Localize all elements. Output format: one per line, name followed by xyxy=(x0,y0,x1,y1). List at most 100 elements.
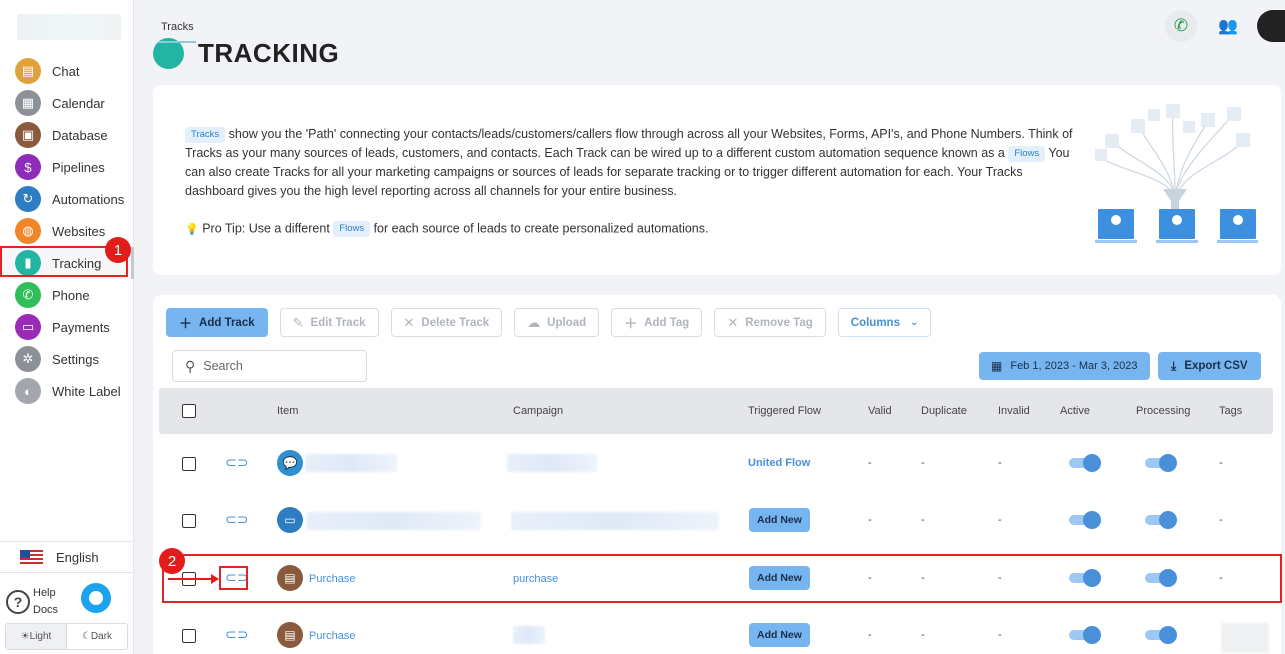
phone-icon: ✆ xyxy=(15,282,41,308)
add-new-flow-button[interactable]: Add New xyxy=(749,623,810,647)
search-input[interactable] xyxy=(203,359,354,373)
theme-dark-button[interactable]: ☾Dark xyxy=(67,624,127,649)
item-name[interactable]: Purchase xyxy=(309,630,355,642)
sidebar-item-chat[interactable]: ▤ Chat xyxy=(0,55,134,87)
delete-track-button[interactable]: ✕ Delete Track xyxy=(390,308,503,337)
database-icon: ▣ xyxy=(15,122,41,148)
support-chat-button[interactable] xyxy=(81,583,111,613)
table-header: Item Campaign Triggered Flow Valid Dupli… xyxy=(159,388,1273,434)
row-checkbox[interactable] xyxy=(182,457,196,471)
date-range-label: Feb 1, 2023 - Mar 3, 2023 xyxy=(1010,360,1138,372)
sidebar-item-label: Automations xyxy=(52,191,125,207)
chevron-down-icon: ⌄ xyxy=(909,317,919,328)
download-icon: ⤓ xyxy=(1171,358,1177,373)
tags-redacted xyxy=(1221,623,1269,653)
page-title-text: TRACKING xyxy=(198,38,340,68)
table-row[interactable]: ⊂⊃ ▭ Add New - - - - xyxy=(159,492,1273,549)
sidebar-item-database[interactable]: ▣ Database xyxy=(0,119,134,151)
column-header-active[interactable]: Active xyxy=(1060,405,1090,417)
website-item-icon: ▭ xyxy=(277,507,303,533)
row-checkbox[interactable] xyxy=(182,629,196,643)
form-item-icon: ▤ xyxy=(277,622,303,648)
date-range-picker[interactable]: ▦ Feb 1, 2023 - Mar 3, 2023 xyxy=(979,352,1150,380)
websites-icon: ◍ xyxy=(15,218,41,244)
add-tag-button[interactable]: ＋ Add Tag xyxy=(611,308,703,337)
close-icon: ✕ xyxy=(403,314,415,330)
column-header-duplicate[interactable]: Duplicate xyxy=(921,405,967,417)
sidebar-item-calendar[interactable]: ▦ Calendar xyxy=(0,87,134,119)
column-header-triggered-flow[interactable]: Triggered Flow xyxy=(748,405,821,417)
funnel-illustration xyxy=(1095,104,1258,243)
duplicate-value: - xyxy=(921,629,925,641)
duplicate-value: - xyxy=(921,457,925,469)
upload-button[interactable]: ☁ Upload xyxy=(514,308,600,337)
sidebar-item-settings[interactable]: ✲ Settings xyxy=(0,343,134,375)
sidebar-item-white-label[interactable]: ◐ White Label xyxy=(0,375,134,407)
theme-light-button[interactable]: ☀Light xyxy=(6,624,67,649)
active-toggle[interactable] xyxy=(1069,511,1101,529)
add-new-flow-button[interactable]: Add New xyxy=(749,508,810,532)
plus-icon: ＋ xyxy=(624,316,638,331)
logo[interactable] xyxy=(17,14,121,40)
valid-value: - xyxy=(868,457,872,469)
avatar[interactable] xyxy=(1257,10,1285,42)
select-all-checkbox[interactable] xyxy=(182,404,196,418)
link-icon[interactable]: ⊂⊃ xyxy=(225,454,248,471)
plus-icon: ＋ xyxy=(179,316,193,331)
sidebar-item-pipelines[interactable]: $ Pipelines xyxy=(0,151,134,183)
sidebar: ▤ Chat ▦ Calendar ▣ Database $ Pipelines… xyxy=(0,0,134,654)
tracks-description: Tracks show you the 'Path' connecting yo… xyxy=(185,125,1075,201)
language-selector[interactable]: English xyxy=(0,541,134,573)
phone-call-button[interactable]: ✆ xyxy=(1165,10,1197,42)
column-header-valid[interactable]: Valid xyxy=(868,405,892,417)
item-name-redacted xyxy=(305,454,397,472)
triggered-flow-link[interactable]: United Flow xyxy=(748,457,810,469)
annotation-arrow xyxy=(168,574,219,584)
remove-tag-button[interactable]: ✕ Remove Tag xyxy=(714,308,826,337)
edit-track-button[interactable]: ✎ Edit Track xyxy=(279,308,379,337)
active-toggle[interactable] xyxy=(1069,626,1101,644)
processing-toggle[interactable] xyxy=(1145,511,1177,529)
campaign-redacted xyxy=(511,512,719,530)
sidebar-item-phone[interactable]: ✆ Phone xyxy=(0,279,134,311)
cloud-upload-icon: ☁ xyxy=(527,314,541,330)
processing-toggle[interactable] xyxy=(1145,454,1177,472)
link-icon[interactable]: ⊂⊃ xyxy=(225,626,248,643)
invalid-value: - xyxy=(998,457,1002,469)
link-icon[interactable]: ⊂⊃ xyxy=(225,511,248,528)
table-row[interactable]: ⊂⊃ ▤ Purchase Add New - - - xyxy=(159,607,1273,654)
item-name-redacted xyxy=(307,512,481,530)
columns-dropdown[interactable]: Columns ⌄ xyxy=(837,308,932,337)
help-docs-link[interactable]: ? Help Docs xyxy=(6,585,58,619)
description-part-1: show you the 'Path' connecting your cont… xyxy=(185,127,1073,160)
users-icon[interactable]: 👥 xyxy=(1215,13,1241,39)
campaign-redacted xyxy=(513,626,545,644)
sidebar-item-automations[interactable]: ↻ Automations xyxy=(0,183,134,215)
pro-tip: 💡 Pro Tip: Use a different Flows for eac… xyxy=(185,221,709,237)
export-csv-button[interactable]: ⤓ Export CSV xyxy=(1158,352,1261,380)
breadcrumb[interactable]: Tracks xyxy=(161,21,194,33)
invalid-value: - xyxy=(998,629,1002,641)
us-flag-icon xyxy=(20,549,43,565)
processing-toggle[interactable] xyxy=(1145,626,1177,644)
theme-toggle: ☀Light ☾Dark xyxy=(5,623,128,650)
delete-track-label: Delete Track xyxy=(421,316,490,329)
row-checkbox[interactable] xyxy=(182,514,196,528)
table-row[interactable]: ⊂⊃ 💬 United Flow - - - - xyxy=(159,435,1273,492)
sidebar-item-payments[interactable]: ▭ Payments xyxy=(0,311,134,343)
column-header-tags[interactable]: Tags xyxy=(1219,405,1242,417)
sidebar-item-label: Calendar xyxy=(52,95,105,111)
column-header-processing[interactable]: Processing xyxy=(1136,405,1190,417)
top-bar-actions: ✆ 👥 xyxy=(1165,10,1285,42)
tracks-info-card: Tracks show you the 'Path' connecting yo… xyxy=(153,85,1281,275)
active-toggle[interactable] xyxy=(1069,454,1101,472)
flows-chip: Flows xyxy=(1008,145,1046,162)
duplicate-value: - xyxy=(921,514,925,526)
column-header-item[interactable]: Item xyxy=(277,405,298,417)
add-track-button[interactable]: ＋ Add Track xyxy=(166,308,268,337)
column-header-campaign[interactable]: Campaign xyxy=(513,405,563,417)
campaign-redacted xyxy=(507,454,597,472)
sidebar-item-label: Settings xyxy=(52,351,99,367)
settings-icon: ✲ xyxy=(15,346,41,372)
column-header-invalid[interactable]: Invalid xyxy=(998,405,1030,417)
